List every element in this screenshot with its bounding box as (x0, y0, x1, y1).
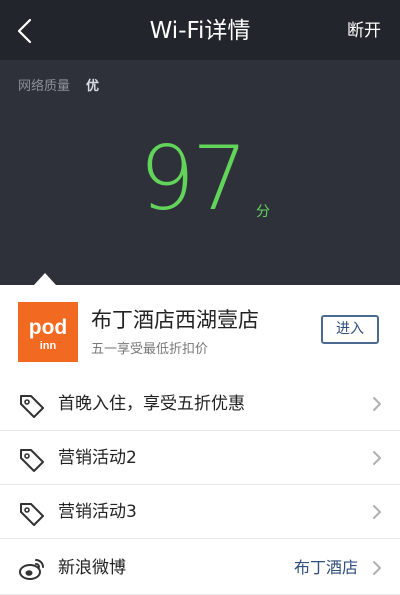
chevron-right-icon (373, 505, 381, 519)
business-name: 布丁酒店西湖壹店 (91, 308, 259, 332)
tag-icon (20, 395, 44, 418)
weibo-icon (19, 559, 44, 580)
business-card[interactable]: pod inn 布丁酒店西湖壹店 五一享受最低折扣价 进入 (0, 285, 400, 378)
page-title: Wi-Fi详情 (149, 18, 251, 44)
quality-score: 97 (139, 127, 248, 230)
quality-label: 网络质量 (18, 79, 71, 94)
enter-button[interactable]: 进入 (321, 315, 379, 344)
logo-text-pod: pod (29, 316, 67, 339)
header-bar: Wi-Fi详情 断开 (0, 0, 400, 60)
tag-icon (20, 449, 44, 472)
business-subtitle: 五一享受最低折扣价 (91, 342, 209, 357)
weibo-account-name: 布丁酒店 (293, 558, 358, 577)
list-item-label: 营销活动3 (58, 502, 137, 522)
network-quality-panel: 网络质量 优 97 分 (0, 60, 400, 285)
score-unit: 分 (256, 204, 270, 220)
list-item-weibo[interactable]: 新浪微博 布丁酒店 (0, 541, 400, 595)
logo-text-inn: inn (40, 340, 57, 352)
list-item-label: 营销活动2 (58, 448, 137, 468)
list-item-label: 新浪微博 (58, 558, 126, 578)
list-item-promo-2[interactable]: 营销活动2 (0, 431, 400, 485)
quality-value: 优 (86, 79, 100, 94)
tag-icon (20, 503, 44, 526)
card-pointer (34, 273, 56, 285)
list-item-promo-1[interactable]: 首晚入住，享受五折优惠 (0, 377, 400, 431)
list-item-label: 首晚入住，享受五折优惠 (58, 394, 245, 414)
list-item-promo-3[interactable]: 营销活动3 (0, 485, 400, 539)
chevron-right-icon (373, 561, 381, 575)
chevron-right-icon (373, 397, 381, 411)
chevron-right-icon (373, 451, 381, 465)
disconnect-button[interactable]: 断开 (347, 16, 381, 46)
pod-inn-logo: pod inn (18, 302, 78, 362)
